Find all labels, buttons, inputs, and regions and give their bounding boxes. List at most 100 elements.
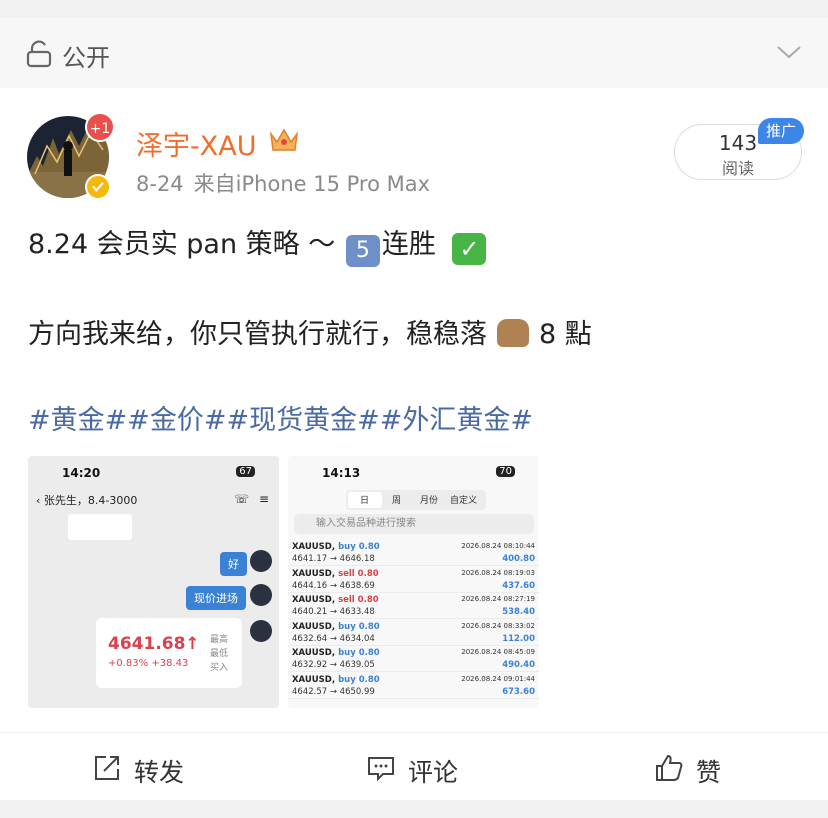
trade-profit: 437.60 bbox=[502, 580, 535, 591]
repost-button[interactable]: 转发 bbox=[92, 751, 212, 787]
trade-symbol-text: XAUUSD, bbox=[292, 621, 336, 632]
chat-title: ‹ 张先生，8.4-3000 bbox=[36, 494, 138, 507]
notification-badge: +1 bbox=[85, 112, 115, 142]
phone-icon: ☏ bbox=[233, 492, 249, 506]
post-date: 8-24 bbox=[136, 172, 184, 196]
trade-profit: 400.80 bbox=[502, 554, 535, 564]
quote-label: 买入 bbox=[210, 663, 229, 673]
post-text-line-1: 8.24 会员实 pan 策略 ～ 5 连胜 ✓ bbox=[28, 222, 487, 267]
trade-symbol: XAUUSD, buy 0.80 bbox=[292, 622, 380, 632]
trade-row: XAUUSD, buy 0.80 2026.08.24 09:01:44 4642.… bbox=[288, 673, 539, 699]
chat-avatar bbox=[250, 550, 272, 572]
chat-title-text: 张先生，8.4-3000 bbox=[43, 494, 138, 507]
battery-indicator: 70 bbox=[496, 466, 515, 477]
quote-price: 4641.68↑ bbox=[108, 634, 200, 654]
chevron-down-icon[interactable] bbox=[776, 42, 802, 62]
chat-avatar bbox=[250, 584, 272, 606]
crown-icon bbox=[269, 128, 299, 151]
trade-row: XAUUSD, buy 0.80 2026.08.24 08:10:44 4641.… bbox=[288, 540, 539, 566]
trade-side: buy 0.80 bbox=[338, 674, 380, 685]
trade-side: sell 0.80 bbox=[338, 595, 379, 605]
trade-date: 2026.08.24 08:27:19 bbox=[461, 595, 535, 603]
menu-icon: ≡ bbox=[258, 492, 269, 506]
trade-symbol: XAUUSD, buy 0.80 bbox=[292, 675, 380, 685]
visibility-label: 公开 bbox=[62, 44, 110, 72]
trade-side: buy 0.80 bbox=[338, 621, 380, 632]
comment-button[interactable]: 评论 bbox=[366, 751, 486, 787]
quote-label: 最低 bbox=[210, 649, 229, 659]
post-text-line-2: 方向我来给，你只管执行就行，稳稳落 8 點 bbox=[28, 312, 592, 351]
trade-prices: 4640.21 → 4633.48 bbox=[292, 607, 375, 617]
author-avatar-container[interactable]: +1 bbox=[27, 112, 115, 200]
like-button[interactable]: 赞 bbox=[654, 751, 754, 787]
trade-date: 2026.08.24 09:01:44 bbox=[461, 674, 535, 683]
trade-symbol-text: XAUUSD, bbox=[292, 542, 336, 552]
price-quote-card: 4641.68↑ +0.83% +38.43 最高 最低 买入 bbox=[96, 618, 242, 688]
post-meta: 8-24 来自iPhone 15 Pro Max bbox=[136, 168, 430, 198]
post-hashtags[interactable]: #黄金##金价##现货黄金##外汇黄金# bbox=[28, 398, 533, 437]
image-thumbnail-chat[interactable]: 14:20 67 ‹ 张先生，8.4-3000 ☏ ≡ 好 现价进场 4641.… bbox=[28, 456, 279, 708]
trade-side: sell 0.80 bbox=[338, 568, 379, 579]
trade-date: 2026.08.24 08:45:09 bbox=[461, 648, 535, 656]
thumb-status-time: 14:13 bbox=[322, 466, 361, 480]
post-text-points: 8 點 bbox=[539, 319, 592, 350]
post-source: 来自iPhone 15 Pro Max bbox=[193, 172, 431, 196]
trade-symbol: XAUUSD, buy 0.80 bbox=[292, 542, 380, 552]
visibility-selector[interactable]: 公开 bbox=[0, 18, 828, 88]
share-icon bbox=[95, 756, 119, 780]
trade-date: 2026.08.24 08:33:02 bbox=[461, 621, 535, 630]
post-text-direction: 方向我来给，你只管执行就行，稳稳落 bbox=[28, 319, 487, 350]
reads-label: 阅读 bbox=[721, 159, 754, 178]
quote-label: 最高 bbox=[210, 635, 229, 645]
check-mark-icon: ✓ bbox=[452, 233, 487, 265]
trade-date: 2026.08.24 08:10:44 bbox=[461, 542, 535, 550]
verified-icon bbox=[85, 174, 111, 200]
chat-message: 现价进场 bbox=[186, 586, 246, 610]
money-bag-icon bbox=[497, 319, 529, 347]
image-thumbnail-trades[interactable]: 14:13 70 日 周 月份 自定义 输入交易品种进行搜索 XAUUSD, b… bbox=[288, 456, 539, 708]
tab-week: 周 bbox=[392, 496, 402, 506]
trade-row: XAUUSD, sell 0.80 2026.08.24 08:27:19 4640… bbox=[288, 593, 539, 619]
post-action-bar: 转发 评论 赞 bbox=[0, 732, 828, 800]
quote-change: +0.83% +38.43 bbox=[108, 658, 189, 669]
author-name[interactable]: 泽宇-XAU bbox=[136, 124, 256, 163]
trade-prices: 4641.17 → 4646.18 bbox=[292, 554, 375, 564]
trade-prices: 4644.16 → 4638.69 bbox=[292, 580, 375, 591]
trade-search-field: 输入交易品种进行搜索 bbox=[294, 514, 534, 534]
period-tabs: 日 周 月份 自定义 bbox=[346, 490, 486, 510]
keycap-number-emoji: 5 bbox=[345, 235, 380, 267]
lock-icon bbox=[26, 40, 52, 68]
trade-side: buy 0.80 bbox=[338, 648, 380, 658]
trade-profit: 112.00 bbox=[502, 633, 535, 644]
trade-symbol-text: XAUUSD, bbox=[292, 648, 336, 658]
promo-tag[interactable]: 推广 bbox=[758, 118, 804, 144]
tab-month: 月份 bbox=[420, 496, 439, 506]
trade-symbol: XAUUSD, sell 0.80 bbox=[292, 569, 379, 579]
trade-prices: 4632.92 → 4639.05 bbox=[292, 660, 375, 670]
chat-avatar bbox=[250, 620, 272, 642]
trade-side: buy 0.80 bbox=[338, 542, 380, 552]
trade-row: XAUUSD, buy 0.80 2026.08.24 08:45:09 4632.… bbox=[288, 646, 539, 672]
chat-message: 好 bbox=[220, 552, 247, 576]
trade-search-placeholder: 输入交易品种进行搜索 bbox=[316, 518, 416, 529]
trade-row: XAUUSD, buy 0.80 2026.08.24 08:33:02 4632.… bbox=[288, 620, 539, 646]
weibo-post-page: 公开 +1 泽宇-XAU 8-24 来自iPhone 15 Pro Max 14… bbox=[0, 0, 828, 818]
post-text-strategy: 8.24 会员实 pan 策略 ～ bbox=[28, 229, 336, 260]
thumb-status-time: 14:20 bbox=[62, 466, 101, 480]
comment-label: 评论 bbox=[408, 758, 459, 787]
trade-profit: 490.40 bbox=[502, 660, 535, 670]
trade-symbol: XAUUSD, sell 0.80 bbox=[292, 595, 379, 605]
trade-symbol-text: XAUUSD, bbox=[292, 568, 336, 579]
tab-custom: 自定义 bbox=[450, 496, 478, 506]
tab-day: 日 bbox=[360, 496, 370, 506]
trade-prices: 4632.64 → 4634.04 bbox=[292, 633, 375, 644]
like-label: 赞 bbox=[696, 758, 722, 787]
battery-indicator: 67 bbox=[236, 466, 255, 477]
trade-profit: 538.40 bbox=[502, 607, 535, 617]
chat-card bbox=[68, 514, 132, 540]
trade-prices: 4642.57 → 4650.99 bbox=[292, 686, 375, 697]
thumbs-up-icon bbox=[656, 754, 683, 781]
trade-symbol-text: XAUUSD, bbox=[292, 595, 336, 605]
post-text-streak: 连胜 bbox=[381, 229, 436, 260]
trade-symbol-text: XAUUSD, bbox=[292, 674, 336, 685]
